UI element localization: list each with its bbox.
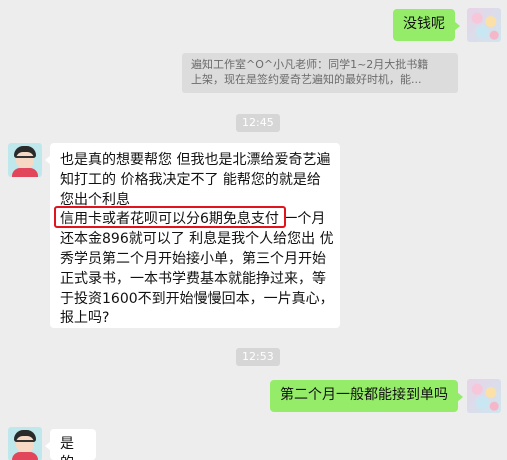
avatar-glasses	[16, 156, 34, 161]
message-text: 没钱呢	[403, 16, 445, 32]
message-line: 知打工的 价格我决定不了 能帮您的就是给	[60, 171, 321, 188]
contact-avatar[interactable]	[8, 427, 42, 460]
notice-line: 遍知工作室^O^小凡老师：同学1~2月大批书籍	[191, 58, 429, 71]
system-notice[interactable]: 遍知工作室^O^小凡老师：同学1~2月大批书籍 上架，现在是签约爱奇艺遍知的最好…	[182, 53, 458, 93]
user-avatar-flower[interactable]	[467, 8, 501, 42]
user-avatar-flower[interactable]	[467, 379, 501, 413]
message-line: 报上吗?	[60, 310, 110, 327]
notice-line: 上架，现在是签约爱奇艺遍知的最好时机，能...	[191, 73, 422, 86]
contact-avatar[interactable]	[8, 143, 42, 177]
message-line: 信用卡或者花呗可以分6期免息支付 一个月	[60, 211, 326, 228]
message-line: 还本金896就可以了 利息是我个人给您出 优	[60, 231, 334, 248]
avatar-shirt	[12, 452, 38, 460]
message-line: 正式录书，一本书学费基本就能挣过来，等	[60, 270, 326, 287]
message-text: 是的	[60, 436, 74, 460]
message-text: 第二个月一般都能接到单吗	[280, 387, 448, 403]
timestamp: 12:53	[236, 348, 280, 366]
avatar-glasses	[16, 440, 34, 445]
message-line: 秀学员第二个月开始接小单，第三个月开始	[60, 250, 326, 267]
avatar-shirt	[12, 168, 38, 177]
message-line: 也是真的想要帮您 但我也是北漂给爱奇艺遍	[60, 152, 331, 168]
message-bubble-self[interactable]: 第二个月一般都能接到单吗	[270, 380, 463, 412]
message-bubble-self[interactable]: 没钱呢	[393, 9, 460, 41]
message-bubble-other[interactable]: 是的	[45, 429, 96, 460]
message-line: 于投资1600不到开始慢慢回本，一片真心，	[60, 290, 334, 307]
timestamp: 12:45	[236, 114, 280, 132]
message-line: 您出个利息	[60, 191, 130, 208]
message-bubble-other[interactable]: 也是真的想要帮您 但我也是北漂给爱奇艺遍 知打工的 价格我决定不了 能帮您的就是…	[45, 143, 340, 328]
